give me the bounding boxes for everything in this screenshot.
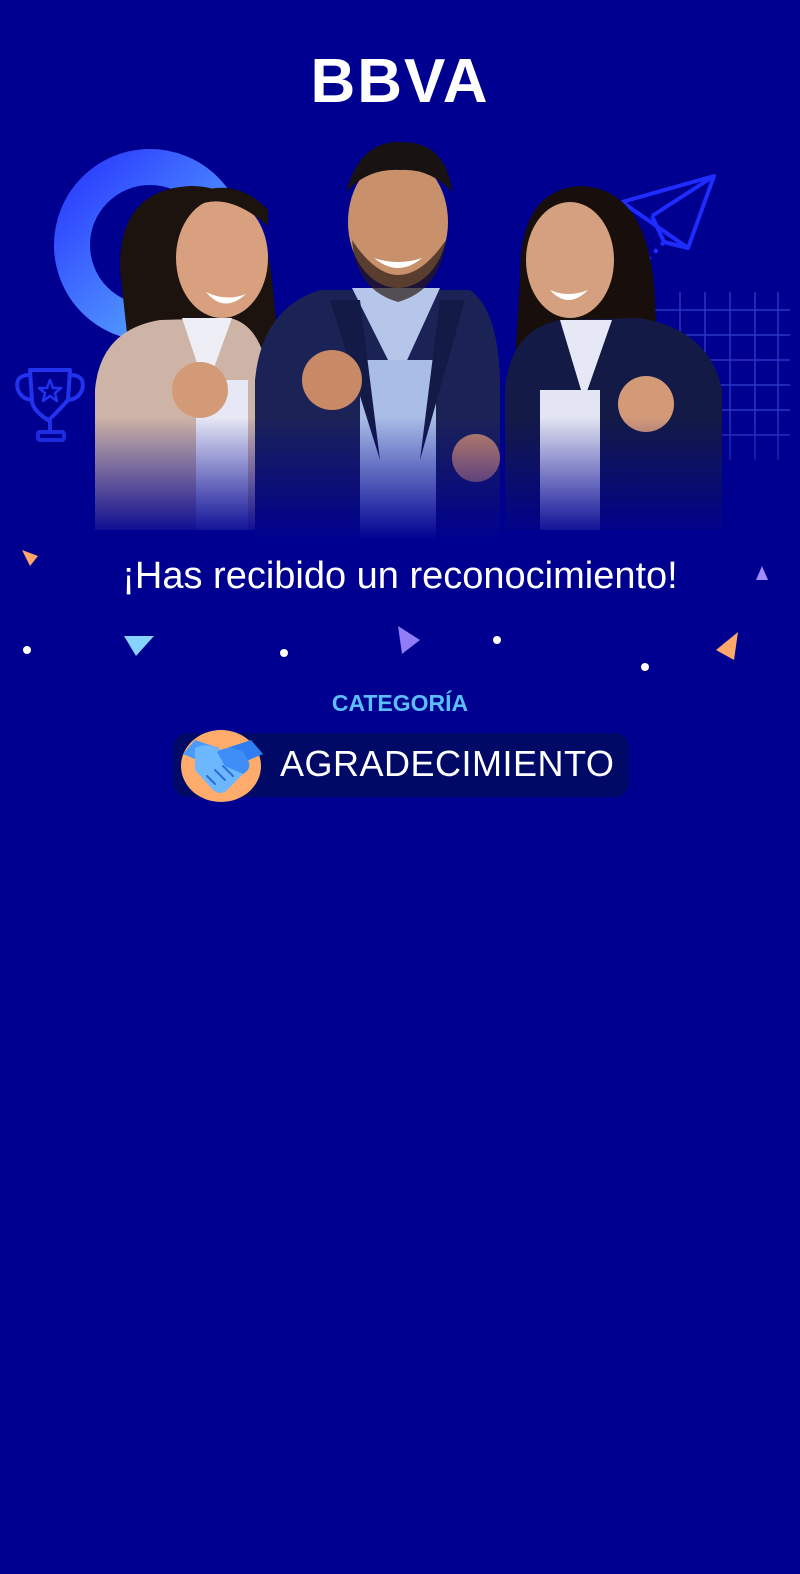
- recognition-headline: ¡Has recibido un reconocimiento!: [122, 555, 678, 597]
- celebrating-team-illustration: [0, 130, 800, 540]
- hero-illustration: [0, 130, 800, 540]
- category-value: AGRADECIMIENTO: [280, 743, 615, 784]
- recognition-page: BBVA ¡Has recibido un reconocimiento! CA…: [0, 0, 800, 1574]
- category-label: CATEGORÍA: [331, 690, 469, 716]
- bbva-logo: BBVA: [310, 47, 490, 116]
- handshake-icon: [181, 730, 263, 802]
